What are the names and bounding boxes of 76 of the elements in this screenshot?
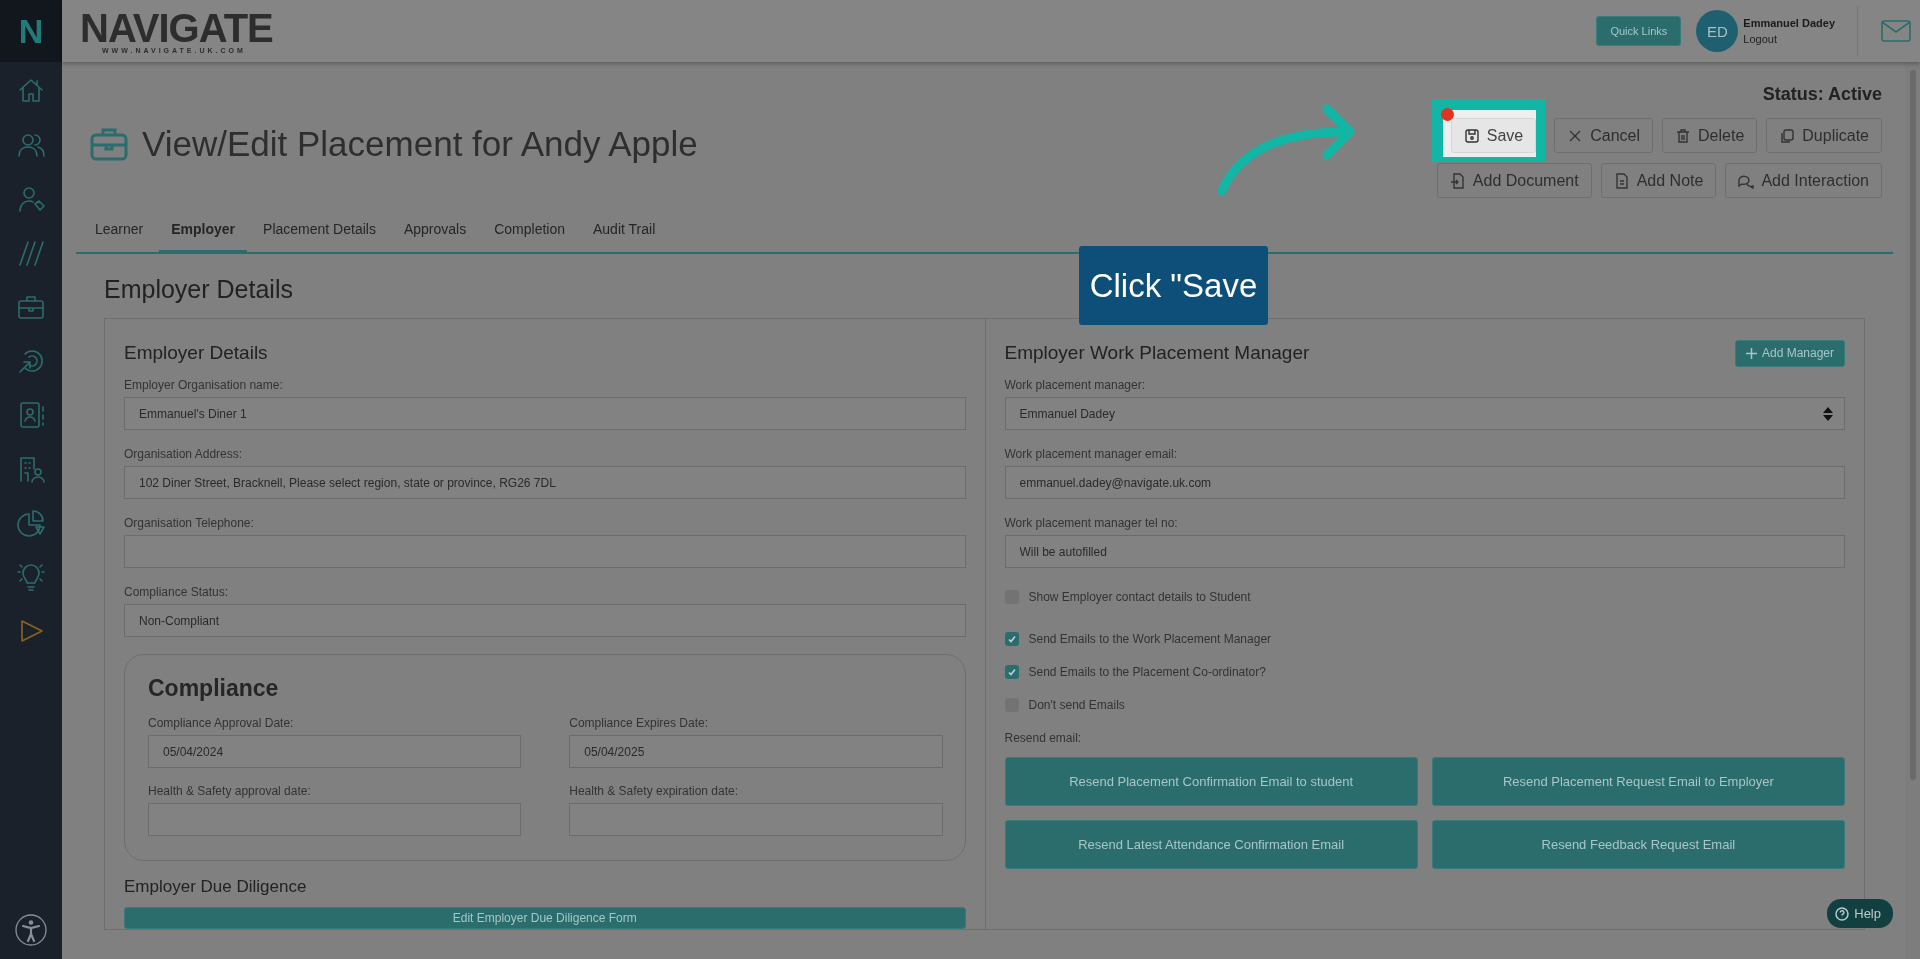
resend-email-button[interactable]: Resend Placement Confirmation Email to student [1004, 757, 1418, 806]
input-field[interactable]: 05/04/2025 [569, 735, 943, 768]
subsection-heading: Employer Due Diligence [124, 877, 308, 897]
cancel-button[interactable]: Cancel [1554, 118, 1654, 153]
mail-icon[interactable] [1881, 20, 1911, 42]
field-label: Resend email: [1004, 731, 1083, 745]
logo-mark[interactable]: N [0, 0, 62, 62]
sort-arrows-icon [1822, 405, 1834, 422]
checkbox-label: Send Emails to the Work Placement Manager [1028, 632, 1272, 646]
field-label: Compliance Approval Date: [148, 716, 295, 731]
resend-email-button[interactable]: Resend Placement Request Email to Employer [1431, 757, 1845, 806]
lightbulb-icon [16, 562, 46, 592]
document-arrow-icon [1449, 172, 1466, 189]
field-label: Work placement manager: [1004, 378, 1146, 393]
tab[interactable]: Completion [482, 208, 577, 252]
question-icon [1835, 906, 1850, 921]
slashes-icon [16, 238, 46, 268]
tab[interactable]: Learner [83, 208, 156, 252]
input-field[interactable]: Will be autofilled [1004, 535, 1845, 568]
add-manager-button[interactable]: Add Manager [1734, 339, 1845, 367]
panel-heading: Employer Work Placement Manager [1004, 342, 1310, 364]
tooltip: Click "Save [1079, 246, 1268, 325]
field-label: Organisation Address: [124, 447, 244, 462]
note-button[interactable]: Add Note [1600, 163, 1717, 198]
note-icon [1613, 172, 1630, 189]
duplicate-button[interactable]: Duplicate [1766, 118, 1882, 153]
delete-button[interactable]: Delete [1662, 118, 1758, 153]
select-value: Emmanuel Dadey [1019, 406, 1115, 421]
field-label: Employer Organisation name: [124, 378, 284, 393]
checkbox[interactable] [1004, 665, 1019, 679]
field-label: Compliance Status: [124, 585, 230, 600]
checkbox-label: Show Employer contact details to Student [1028, 590, 1251, 604]
field-label: Organisation Telephone: [124, 516, 255, 531]
input-field[interactable]: emmanuel.dadey@navigate.uk.com [1004, 466, 1845, 499]
edit-form-button[interactable]: Edit Employer Due Diligence Form [124, 907, 966, 929]
copy-icon [1779, 127, 1796, 144]
avatar[interactable]: ED [1696, 10, 1739, 52]
tab[interactable]: Approvals [391, 208, 479, 252]
panel-heading: Employer Details [124, 342, 268, 364]
interaction-button[interactable]: Add Interaction [1725, 163, 1882, 198]
user-tag-icon [16, 184, 46, 214]
tab[interactable]: Placement Details [251, 208, 388, 252]
user-name: Emmanuel Dadey [1743, 17, 1835, 29]
checkbox[interactable] [1004, 632, 1019, 646]
card-heading: Compliance [148, 675, 280, 702]
click-marker [1440, 108, 1454, 121]
checkbox-label: Send Emails to the Placement Co-ordinator? [1028, 665, 1266, 679]
status-text: Status: Active [1762, 84, 1882, 106]
logout-link[interactable]: Logout [1743, 33, 1835, 45]
plus-icon [1745, 347, 1757, 359]
field-label: Health & Safety approval date: [148, 784, 312, 799]
tab[interactable]: Audit Trail [581, 208, 668, 252]
select-field[interactable]: Emmanuel Dadey [1004, 397, 1845, 430]
save-button[interactable]: Save [1450, 118, 1537, 153]
field-label: Work placement manager tel no: [1004, 516, 1179, 531]
pie-chart-icon [16, 508, 46, 538]
checkbox-label: Don't send Emails [1028, 698, 1125, 712]
tab[interactable]: Employer [159, 208, 248, 252]
input-field[interactable]: Emmanuel's Diner 1 [124, 397, 966, 430]
document-button[interactable]: Add Document [1436, 163, 1592, 198]
briefcase-icon [90, 127, 128, 161]
input-field[interactable]: 05/04/2024 [148, 735, 522, 768]
field-label: Work placement manager email: [1004, 447, 1179, 462]
page-title: View/Edit Placement for Andy Apple [142, 124, 698, 164]
input-field[interactable]: 102 Diner Street, Bracknell, Please select region, state or province, RG26 7DL [124, 466, 966, 499]
resend-email-button[interactable]: Resend Latest Attendance Confirmation Email [1004, 820, 1418, 869]
quick-links-button[interactable]: Quick Links [1596, 16, 1682, 46]
logo-wordmark: NAVIGATE [80, 8, 273, 47]
trash-icon [1675, 127, 1692, 144]
accessibility-icon[interactable] [14, 913, 48, 947]
section-title: Employer Details [104, 274, 293, 304]
resend-email-button[interactable]: Resend Feedback Request Email [1431, 820, 1845, 869]
input-field[interactable]: Non-Compliant [124, 604, 966, 637]
field-label: Health & Safety expiration date: [569, 784, 740, 799]
field-label: Compliance Expires Date: [569, 716, 709, 731]
help-button[interactable]: Help [1827, 899, 1893, 928]
